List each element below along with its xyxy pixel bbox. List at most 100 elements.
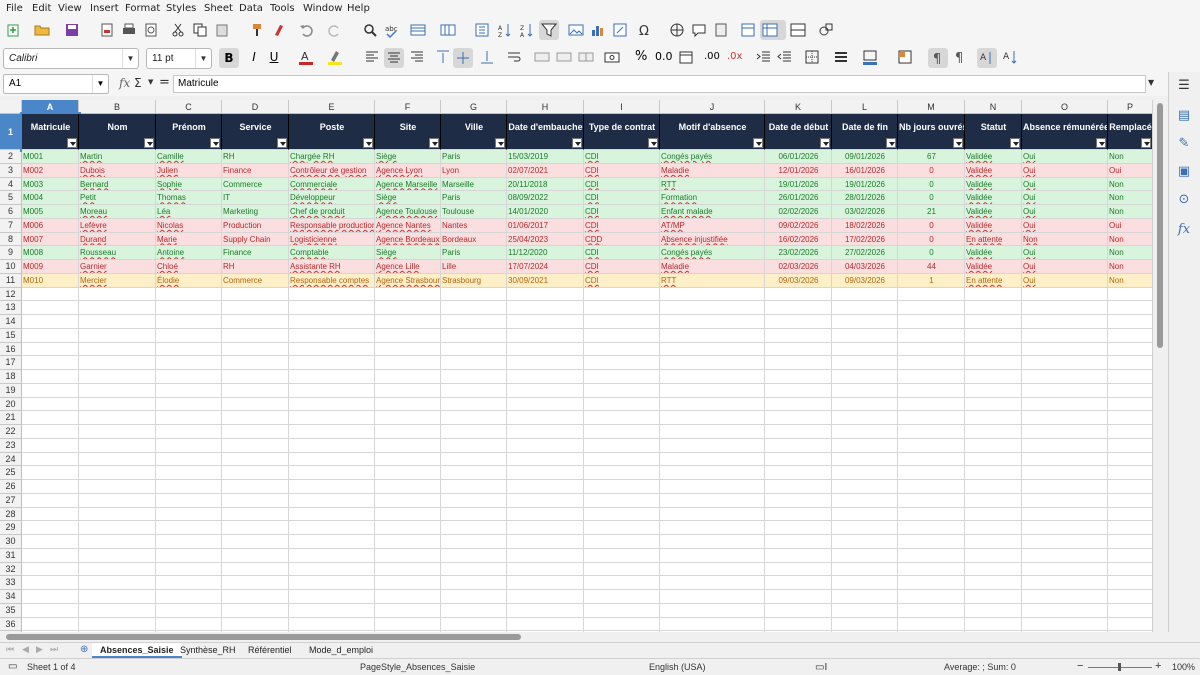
empty-cell[interactable] [1022,452,1108,467]
empty-cell[interactable] [1022,507,1108,522]
empty-cell[interactable] [156,411,222,425]
table-cell[interactable]: CDI [584,177,660,192]
table-cell[interactable]: Congés payés [660,150,765,164]
empty-cell[interactable] [898,356,965,370]
column-header[interactable]: P [1108,100,1152,114]
delete-decimal-icon[interactable]: .0x [727,49,743,65]
empty-cell[interactable] [832,493,898,508]
empty-cell[interactable] [660,617,765,632]
row-header[interactable]: 23 [0,438,22,453]
filter-dropdown-icon[interactable] [144,138,154,148]
empty-cell[interactable] [660,562,765,577]
empty-cell[interactable] [660,287,765,302]
table-cell[interactable]: Chloé [156,260,222,274]
empty-cell[interactable] [79,535,156,549]
empty-cell[interactable] [289,521,375,535]
empty-cell[interactable] [1108,356,1152,370]
empty-cell[interactable] [507,342,584,357]
sort-icon[interactable] [474,22,490,38]
empty-cell[interactable] [79,590,156,604]
table-header-cell[interactable]: Date de fin [832,114,898,150]
row-header[interactable]: 24 [0,452,22,467]
table-cell[interactable]: 0 [898,163,965,178]
empty-cell[interactable] [898,603,965,618]
table-header-cell[interactable]: Ville [441,114,507,150]
date-format-icon[interactable] [678,49,694,65]
empty-cell[interactable] [375,370,441,384]
vertical-scroll-thumb[interactable] [1157,103,1163,348]
table-header-cell[interactable]: Date d'embauche [507,114,584,150]
empty-cell[interactable] [289,315,375,329]
table-cell[interactable]: Antoine [156,246,222,260]
empty-cell[interactable] [832,425,898,439]
column-header[interactable]: G [441,100,507,114]
conditional-format-icon[interactable] [897,49,913,65]
table-cell[interactable]: Rousseau [79,246,156,260]
percent-format-icon[interactable]: % [635,49,651,65]
table-cell[interactable]: 26/01/2026 [765,191,832,205]
empty-cell[interactable] [660,438,765,453]
table-cell[interactable]: 04/03/2026 [832,260,898,274]
empty-cell[interactable] [22,507,79,522]
tab-referentiel[interactable]: Référentiel [240,643,300,658]
empty-cell[interactable] [375,425,441,439]
empty-cell[interactable] [965,521,1022,535]
table-header-cell[interactable]: Statut [965,114,1022,150]
table-cell[interactable]: Non [1108,205,1152,219]
empty-cell[interactable] [507,356,584,370]
empty-cell[interactable] [1022,397,1108,412]
print-icon[interactable] [121,22,137,38]
table-cell[interactable]: Marketing [222,205,289,219]
table-cell[interactable]: Marie [156,232,222,247]
find-replace-icon[interactable] [362,22,378,38]
empty-cell[interactable] [1022,480,1108,494]
empty-cell[interactable] [765,590,832,604]
empty-cell[interactable] [898,493,965,508]
menu-format[interactable]: Format [125,3,160,14]
empty-cell[interactable] [79,370,156,384]
table-cell[interactable]: Agence Marseille [375,177,441,192]
empty-cell[interactable] [156,603,222,618]
table-cell[interactable]: Congés payés [660,246,765,260]
row-header[interactable]: 14 [0,315,22,329]
autofilter-icon[interactable] [539,20,559,40]
table-cell[interactable]: Agence Bordeaux [375,232,441,247]
empty-cell[interactable] [289,301,375,315]
empty-cell[interactable] [1108,508,1152,522]
table-cell[interactable]: M005 [22,205,79,219]
table-cell[interactable]: 25/04/2023 [507,232,584,247]
empty-cell[interactable] [584,411,660,425]
empty-cell[interactable] [289,466,375,480]
empty-cell[interactable] [222,383,289,398]
menu-styles[interactable]: Styles [166,3,196,14]
increase-indent-icon[interactable] [756,49,772,65]
table-cell[interactable]: 11/12/2020 [507,246,584,260]
row-header[interactable]: 1 [0,114,22,150]
table-cell[interactable]: CDI [584,205,660,219]
empty-cell[interactable] [660,466,765,480]
column-header[interactable]: E [289,100,375,114]
empty-cell[interactable] [79,576,156,590]
empty-cell[interactable] [79,493,156,508]
empty-cell[interactable] [1022,535,1108,549]
table-cell[interactable]: 1 [898,273,965,288]
table-cell[interactable]: CDI [584,246,660,260]
empty-cell[interactable] [765,452,832,467]
table-cell[interactable]: Chef de produit [289,205,375,219]
empty-cell[interactable] [441,576,507,590]
column-header[interactable]: D [222,100,289,114]
empty-cell[interactable] [1022,425,1108,439]
empty-cell[interactable] [584,342,660,357]
empty-cell[interactable] [22,356,79,370]
filter-dropdown-icon[interactable] [1141,138,1151,148]
empty-cell[interactable] [765,466,832,480]
filter-dropdown-icon[interactable] [1010,138,1020,148]
empty-cell[interactable] [156,452,222,467]
table-cell[interactable]: Oui [1108,218,1152,233]
table-header-cell[interactable]: Prénom [156,114,222,150]
empty-cell[interactable] [1108,411,1152,425]
empty-cell[interactable] [441,383,507,398]
empty-cell[interactable] [222,397,289,412]
filter-dropdown-icon[interactable] [886,138,896,148]
empty-cell[interactable] [898,301,965,315]
